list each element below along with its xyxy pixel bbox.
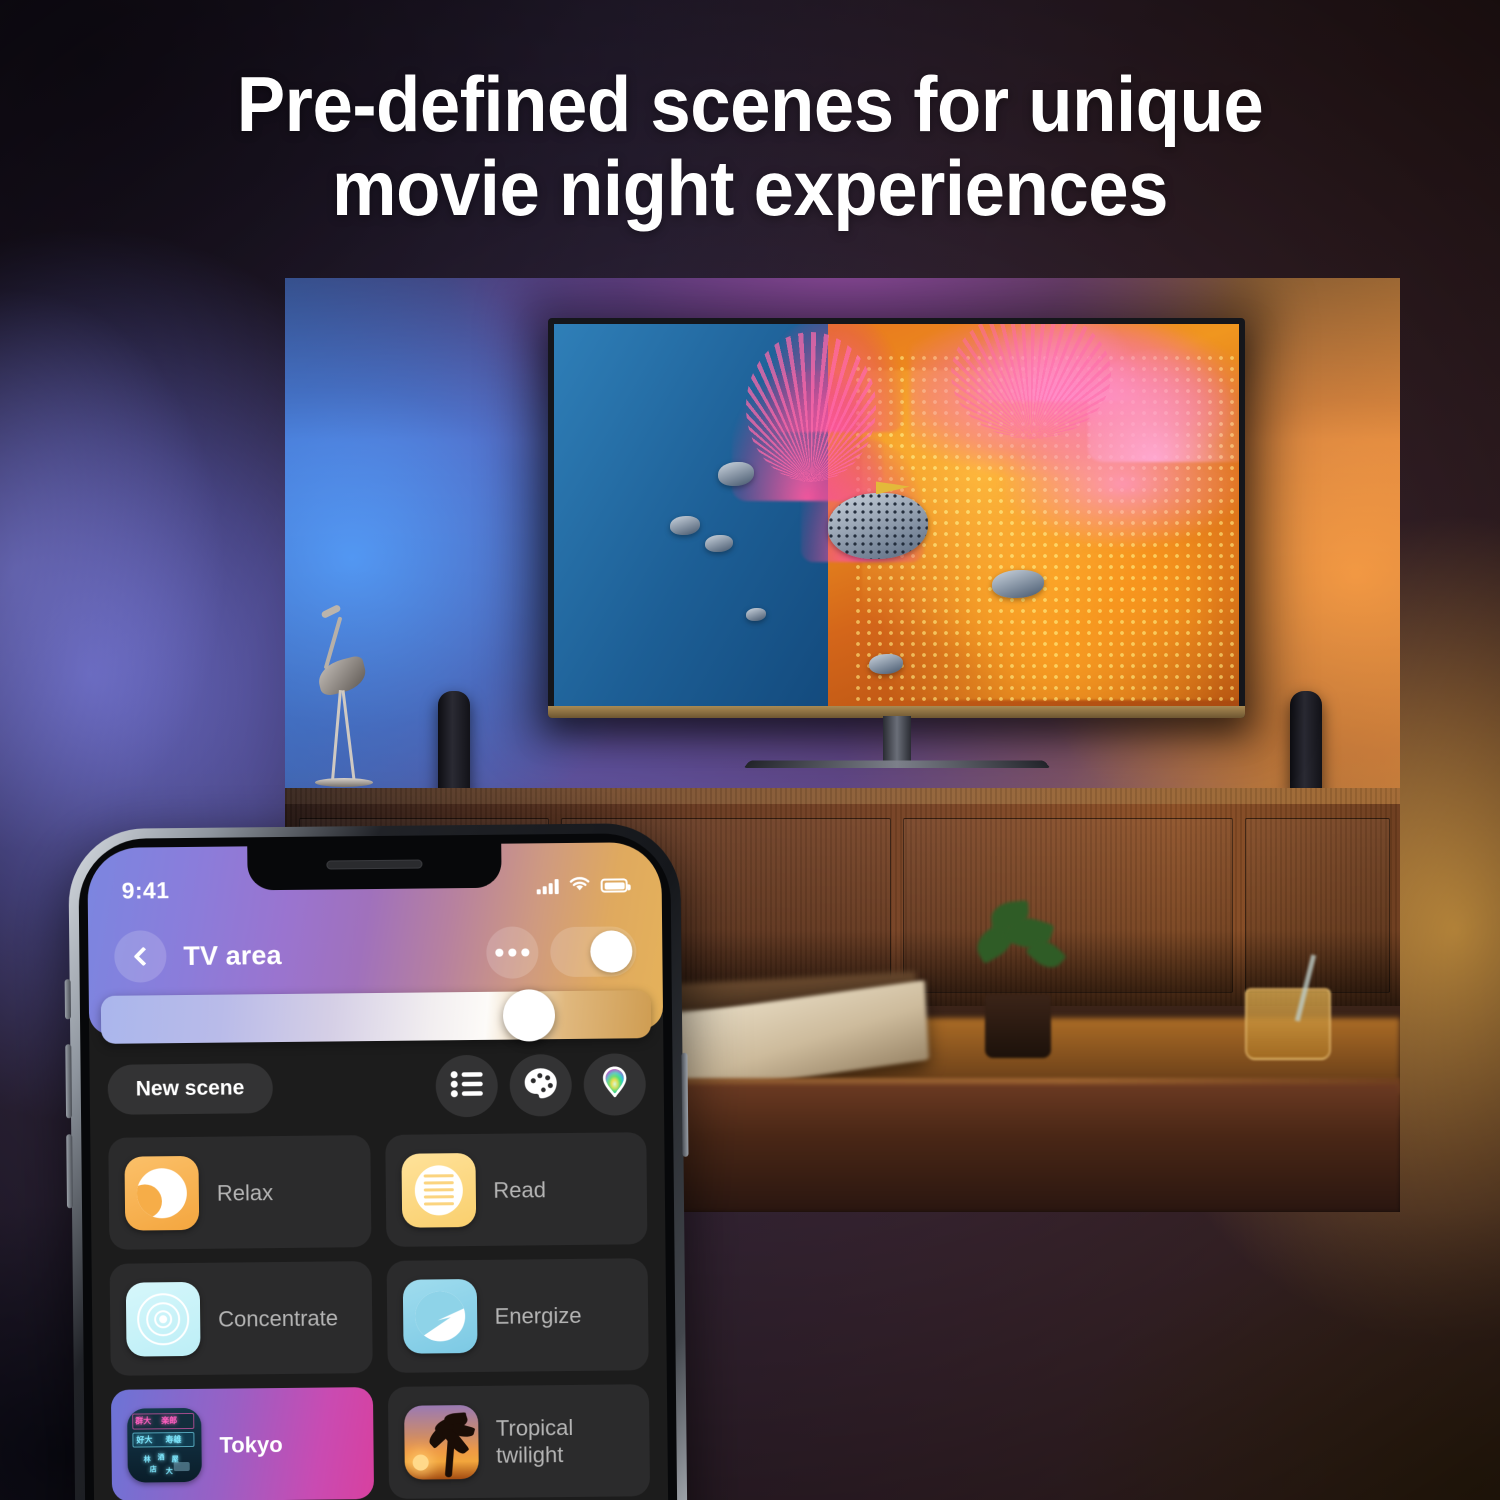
status-time: 9:41 (121, 876, 170, 904)
brightness-slider-handle[interactable] (502, 989, 556, 1042)
back-button[interactable] (114, 930, 167, 983)
room-power-toggle[interactable] (550, 926, 637, 978)
room-nav-row: TV area (88, 918, 663, 990)
scene-card-concentrate[interactable]: Concentrate (109, 1261, 373, 1376)
earpiece-speaker-icon (326, 859, 423, 870)
more-options-button[interactable] (486, 926, 539, 979)
scene-label: Read (493, 1176, 547, 1203)
scene-card-tropical-twilight[interactable]: Tropical twilight (387, 1384, 651, 1499)
read-lines-icon (400, 1152, 476, 1228)
color-picker-button[interactable] (583, 1053, 647, 1116)
list-view-icon (450, 1070, 483, 1101)
chevron-left-icon (132, 946, 153, 967)
scene-label: Concentrate (218, 1304, 339, 1332)
scene-label: Relax (216, 1179, 274, 1206)
headline-line-1: Pre-defined scenes for unique (236, 60, 1264, 148)
concentrate-rings-icon (125, 1281, 201, 1357)
scene-card-tokyo[interactable]: 群大 楽郎 好大 寿雄 林 酒 屋 店 大 Tokyo (110, 1387, 374, 1500)
color-palette-icon (524, 1067, 558, 1104)
television (548, 318, 1245, 768)
relax-yin-yang-icon (124, 1155, 200, 1231)
list-view-button[interactable] (435, 1054, 499, 1118)
tokyo-photo-icon: 群大 楽郎 好大 寿雄 林 酒 屋 店 大 (127, 1407, 202, 1483)
fish-large (828, 492, 928, 559)
tv-screen (554, 324, 1239, 708)
scene-label: Tropical twilight (495, 1414, 574, 1468)
status-bar: 9:41 (88, 870, 662, 906)
headline-line-2: movie night experiences (332, 144, 1168, 232)
battery-icon (600, 878, 628, 893)
room-title: TV area (183, 939, 282, 971)
scene-grid: Relax Read Concentrate Energize 群大 楽郎 好大… (108, 1132, 651, 1500)
scene-card-relax[interactable]: Relax (108, 1135, 371, 1250)
scene-card-energize[interactable]: Energize (386, 1258, 649, 1373)
scene-label: Energize (494, 1302, 582, 1329)
scenes-toolbar: New scene (107, 1052, 647, 1122)
more-options-icon (495, 948, 530, 957)
page-title: Pre-defined scenes for unique movie nigh… (53, 62, 1448, 230)
wifi-icon (569, 875, 591, 896)
smartphone-mockup: 9:41 TV area New scene Relax Read Concen… (64, 822, 689, 1500)
new-scene-button[interactable]: New scene (107, 1063, 273, 1115)
cellular-signal-icon (536, 878, 559, 894)
energize-bolt-icon (402, 1278, 478, 1354)
phone-screen: 9:41 TV area New scene Relax Read Concen… (87, 842, 669, 1500)
color-palette-button[interactable] (509, 1053, 573, 1117)
coral-reef-image (554, 324, 1239, 708)
scene-label: Tokyo (219, 1431, 283, 1458)
scene-card-read[interactable]: Read (384, 1132, 648, 1247)
scenes-panel: New scene Relax Read Concentrate Energiz… (89, 1038, 669, 1500)
drinking-glass (1245, 988, 1331, 1060)
color-dropper-icon (600, 1065, 630, 1104)
brightness-slider[interactable] (100, 989, 652, 1044)
tropical-twilight-photo-icon (403, 1404, 479, 1480)
